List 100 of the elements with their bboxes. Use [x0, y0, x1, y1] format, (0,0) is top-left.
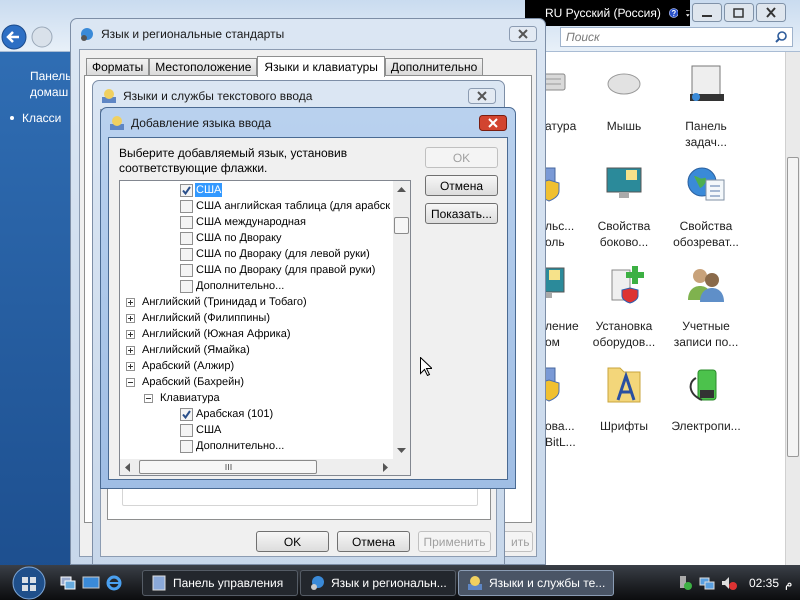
- browser-icon[interactable]: [106, 574, 122, 590]
- back-icon[interactable]: [1, 24, 27, 50]
- item-label[interactable]: Установка оборудов...: [592, 318, 656, 350]
- scrollbar-thumb[interactable]: [139, 460, 317, 474]
- tree-item[interactable]: Клавиатура: [159, 391, 221, 405]
- checkbox[interactable]: [180, 408, 193, 420]
- window-icon: [101, 88, 117, 104]
- control-panel-item[interactable]: Учетные записи по...: [667, 264, 745, 350]
- tab[interactable]: Форматы: [86, 58, 150, 76]
- desktop-icon[interactable]: [82, 574, 100, 590]
- tree-item[interactable]: США по Двораку (для правой руки): [195, 263, 376, 277]
- expand-icon[interactable]: [126, 314, 135, 322]
- scrollbar[interactable]: [120, 459, 393, 475]
- collapse-icon[interactable]: [144, 394, 153, 402]
- checkbox[interactable]: [180, 280, 193, 292]
- bullet-icon: [10, 116, 14, 120]
- close-button[interactable]: [479, 115, 507, 131]
- taskbar-button[interactable]: Панель управления: [142, 570, 298, 596]
- item-label[interactable]: ление ом: [545, 318, 579, 350]
- control-panel-item[interactable]: Свойства обозреват...: [667, 164, 745, 250]
- item-label[interactable]: ова... BitL...: [545, 418, 576, 450]
- cancel-button[interactable]: Отмена: [425, 175, 498, 196]
- item-label[interactable]: Мышь: [606, 118, 642, 134]
- control-panel-item[interactable]: Свойства боково...: [587, 164, 661, 250]
- control-panel-item[interactable]: Шрифты: [587, 364, 661, 450]
- search-placeholder: Поиск: [566, 29, 600, 46]
- scroll-right-icon[interactable]: [383, 463, 388, 472]
- expand-icon[interactable]: [126, 362, 135, 370]
- scroll-left-icon[interactable]: [125, 463, 130, 472]
- checkbox[interactable]: [180, 264, 193, 276]
- taskbar-button[interactable]: Языки и службы те...: [458, 570, 614, 596]
- close-button[interactable]: [509, 26, 537, 42]
- clock-suffix: م: [785, 574, 792, 592]
- taskbar-button[interactable]: Язык и региональн...: [300, 570, 456, 596]
- item-label[interactable]: Электропи...: [671, 418, 741, 434]
- checkbox[interactable]: [180, 440, 193, 452]
- checkbox[interactable]: [180, 248, 193, 260]
- scrollbar-thumb[interactable]: [787, 157, 799, 457]
- control-panel-item[interactable]: Панель задач...: [667, 64, 745, 150]
- tab[interactable]: Дополнительно: [384, 58, 484, 76]
- clock[interactable]: 02:35: [748, 574, 779, 592]
- tree-item[interactable]: Английский (Филиппины): [141, 311, 271, 325]
- tree-item[interactable]: Арабская (101): [195, 407, 274, 421]
- control-panel-item[interactable]: Электропи...: [667, 364, 745, 450]
- expand-icon[interactable]: [126, 330, 135, 338]
- start-button[interactable]: [12, 566, 46, 600]
- minimize-button[interactable]: [692, 3, 722, 22]
- tree-item[interactable]: Арабский (Бахрейн): [141, 375, 246, 389]
- item-label[interactable]: атура: [545, 118, 576, 134]
- tree-item[interactable]: США по Двораку (для левой руки): [195, 247, 371, 261]
- expand-icon[interactable]: [126, 298, 135, 306]
- tree-item[interactable]: Английский (Тринидад и Тобаго): [141, 295, 308, 309]
- sidebar-link[interactable]: домаш: [14, 84, 70, 100]
- scrollbar-thumb[interactable]: [394, 217, 409, 234]
- tree-item[interactable]: США по Двораку: [195, 231, 283, 245]
- close-button[interactable]: [756, 3, 786, 22]
- item-label[interactable]: Свойства боково...: [598, 218, 650, 250]
- tab[interactable]: Языки и клавиатуры: [257, 56, 385, 77]
- checkbox[interactable]: [180, 232, 193, 244]
- item-label[interactable]: Свойства обозреват...: [673, 218, 739, 250]
- control-panel-item[interactable]: Мышь: [587, 64, 661, 150]
- ok-button[interactable]: OK: [256, 531, 329, 552]
- network-icon[interactable]: [698, 574, 715, 590]
- help-icon[interactable]: [668, 5, 678, 21]
- tree-item[interactable]: Арабский (Алжир): [141, 359, 236, 373]
- item-label[interactable]: льс... оль: [545, 218, 574, 250]
- item-label[interactable]: Учетные записи по...: [674, 318, 738, 350]
- checkbox[interactable]: [180, 424, 193, 436]
- item-label[interactable]: Панель задач...: [685, 118, 727, 150]
- language-label[interactable]: RU Русский (Россия): [545, 4, 661, 22]
- expand-icon[interactable]: [126, 346, 135, 354]
- collapse-icon[interactable]: [126, 378, 135, 386]
- scroll-down-icon[interactable]: [397, 448, 406, 453]
- tree-item[interactable]: США международная: [195, 215, 308, 229]
- tree-item[interactable]: Дополнительно...: [195, 439, 286, 453]
- item-label[interactable]: Шрифты: [600, 418, 648, 434]
- checkbox[interactable]: [180, 216, 193, 228]
- checkbox[interactable]: [180, 184, 193, 196]
- tree-item[interactable]: США английская таблица (для арабск: [195, 199, 392, 213]
- scrollbar[interactable]: [785, 52, 800, 565]
- tree-item[interactable]: Английский (Южная Африка): [141, 327, 292, 341]
- cancel-button[interactable]: Отмена: [337, 531, 410, 552]
- scrollbar[interactable]: [393, 181, 410, 459]
- windows-icon[interactable]: [60, 574, 76, 590]
- close-button[interactable]: [468, 88, 496, 104]
- tree-item[interactable]: Дополнительно...: [195, 279, 286, 293]
- show-button[interactable]: Показать...: [425, 203, 498, 224]
- tree-item[interactable]: США: [195, 423, 222, 437]
- tree-item[interactable]: Английский (Ямайка): [141, 343, 251, 357]
- scroll-up-icon[interactable]: [397, 187, 406, 192]
- maximize-button[interactable]: [724, 3, 754, 22]
- checkbox[interactable]: [180, 200, 193, 212]
- control-panel-item[interactable]: Установка оборудов...: [587, 264, 661, 350]
- window-title: Языки и службы текстового ввода: [123, 88, 312, 105]
- sidebar-link[interactable]: Панель: [14, 68, 70, 84]
- muted-speaker-icon[interactable]: [720, 574, 737, 590]
- search-field[interactable]: Поиск: [560, 27, 793, 47]
- sidebar-link[interactable]: Класси: [22, 110, 62, 126]
- language-tree[interactable]: [119, 180, 411, 476]
- tab[interactable]: Местоположение: [149, 58, 258, 76]
